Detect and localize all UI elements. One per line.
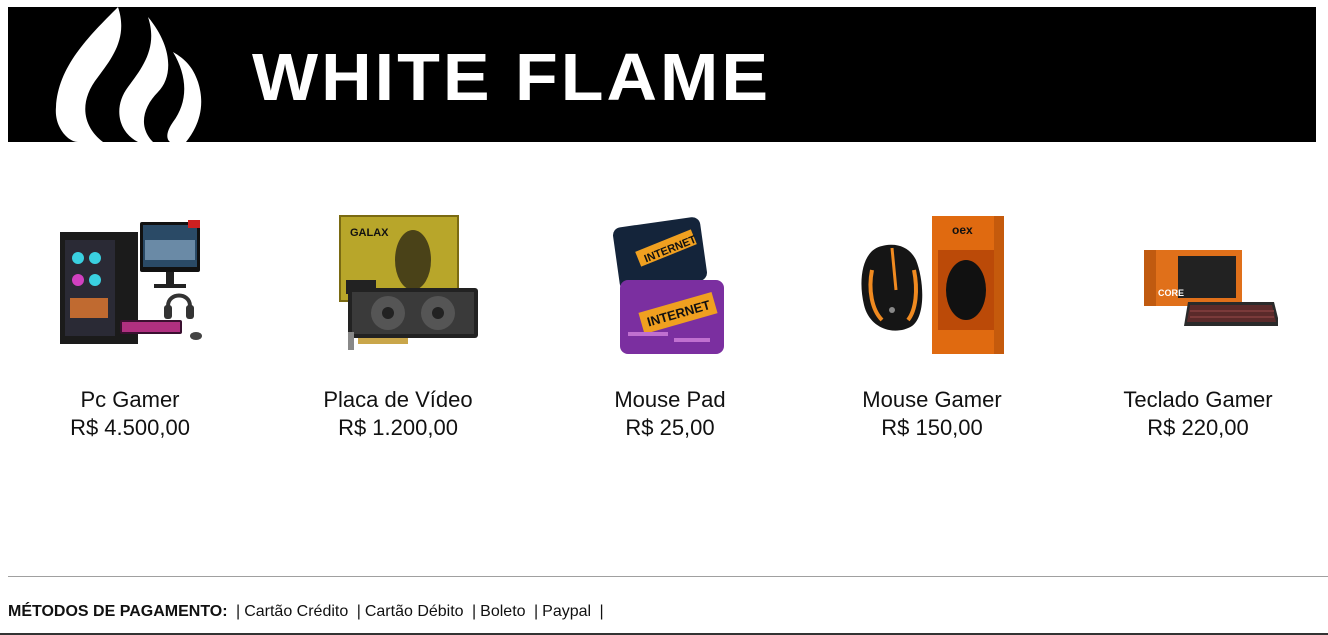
payment-label: MÉTODOS DE PAGAMENTO:: [8, 603, 228, 620]
product-price: R$ 150,00: [881, 415, 983, 440]
footer-divider: [8, 576, 1328, 577]
payment-methods: MÉTODOS DE PAGAMENTO: | Cartão Crédito | C…: [8, 601, 608, 623]
payment-paypal[interactable]: Paypal: [542, 603, 591, 620]
product-name[interactable]: Teclado Gamer: [1088, 386, 1308, 414]
separator: |: [356, 603, 361, 620]
product-card[interactable]: Pc Gamer R$ 4.500,00: [20, 210, 240, 442]
gaming-keyboard-image[interactable]: CORE: [1118, 210, 1278, 360]
product-price: R$ 4.500,00: [70, 415, 190, 440]
separator: |: [472, 603, 477, 620]
product-name[interactable]: Mouse Pad: [560, 386, 780, 414]
separator: |: [236, 603, 241, 620]
mouse-pad-image[interactable]: INTERNET INTERNET: [590, 210, 750, 360]
product-price: R$ 220,00: [1147, 415, 1249, 440]
separator: |: [599, 603, 604, 620]
product-card[interactable]: INTERNET INTERNET Mouse Pad R$ 25,00: [560, 210, 780, 442]
galax-logo-text: GALAX: [350, 227, 389, 239]
product-name[interactable]: Mouse Gamer: [822, 386, 1042, 414]
graphics-card-image[interactable]: GALAX: [318, 210, 478, 360]
brand-title: WHITE FLAME: [252, 39, 772, 115]
oex-logo-text: oex: [952, 223, 973, 237]
gaming-pc-image[interactable]: [50, 210, 210, 360]
product-card[interactable]: oex Mouse Gamer R$ 150,00: [822, 210, 1042, 442]
core-logo-text: CORE: [1158, 288, 1184, 298]
flame-icon: [55, 7, 202, 142]
payment-credit-card[interactable]: Cartão Crédito: [244, 603, 348, 620]
separator: |: [534, 603, 539, 620]
product-price: R$ 25,00: [625, 415, 715, 440]
payment-boleto[interactable]: Boleto: [480, 603, 525, 620]
payment-debit-card[interactable]: Cartão Débito: [365, 603, 464, 620]
product-name[interactable]: Placa de Vídeo: [288, 386, 508, 414]
product-name[interactable]: Pc Gamer: [20, 386, 240, 414]
product-card[interactable]: GALAX Placa de Vídeo R$ 1.200,00: [288, 210, 508, 442]
product-card[interactable]: CORE Teclado Gamer R$ 220,00: [1088, 210, 1308, 442]
gaming-mouse-image[interactable]: oex: [852, 210, 1012, 360]
product-price: R$ 1.200,00: [338, 415, 458, 440]
header-banner: WHITE FLAME: [8, 7, 1316, 142]
